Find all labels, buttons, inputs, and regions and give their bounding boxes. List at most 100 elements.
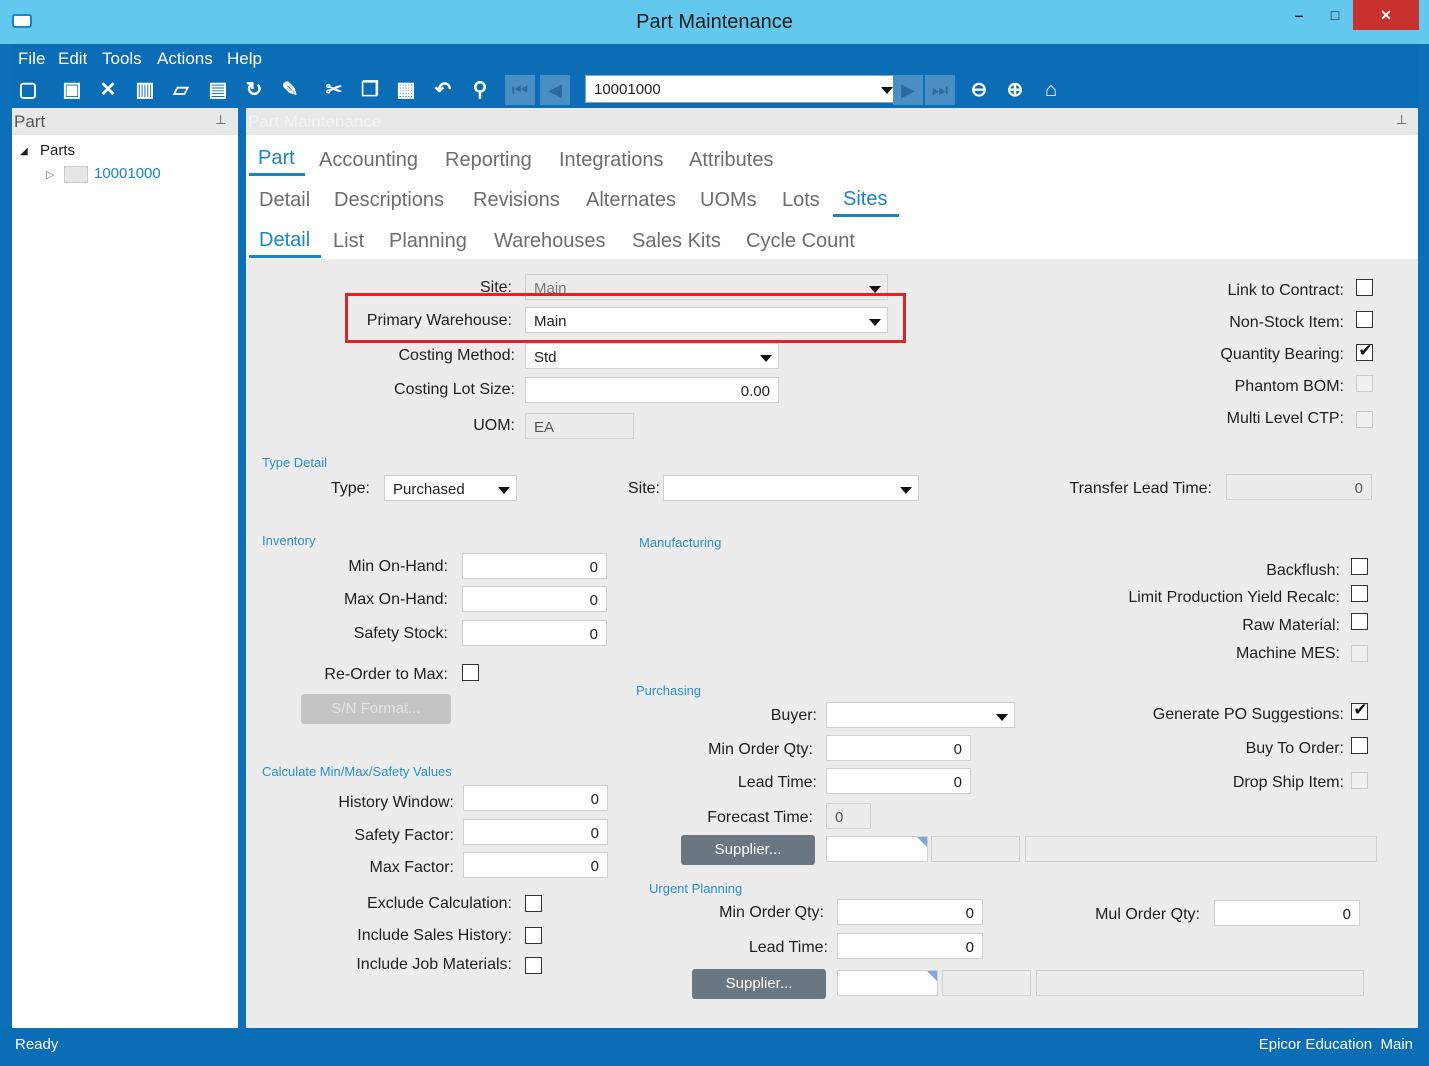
menu-help[interactable]: Help	[227, 49, 262, 69]
search-icon[interactable]: ⚲	[468, 78, 492, 102]
uom-field: EA	[525, 413, 634, 439]
forward-icon[interactable]: ⊕	[1003, 78, 1027, 102]
pin-icon[interactable]: ⊥	[1396, 112, 1407, 128]
include-job-materials-checkbox[interactable]	[525, 957, 542, 974]
type-detail-group-label: Type Detail	[262, 455, 328, 470]
minimize-button[interactable]: ‒	[1280, 0, 1318, 30]
transfer-lead-time-field: 0	[1226, 474, 1372, 500]
previous-record-icon[interactable]: ◀	[540, 75, 570, 105]
include-sales-history-checkbox[interactable]	[525, 927, 542, 944]
max-factor-input[interactable]: 0	[463, 852, 608, 878]
phantom-bom-label: Phantom BOM:	[1234, 378, 1344, 395]
urgent-supplier-id-field[interactable]	[837, 970, 938, 996]
machine-mes-label: Machine MES:	[1235, 645, 1340, 662]
tab-planning[interactable]: Planning	[389, 230, 467, 253]
type-label: Type:	[330, 480, 370, 497]
first-record-icon[interactable]: ⏮	[505, 75, 535, 105]
tab-cycle-count[interactable]: Cycle Count	[746, 230, 855, 253]
supplier-button[interactable]: Supplier...	[681, 835, 815, 865]
limit-yield-checkbox[interactable]	[1351, 585, 1368, 602]
pin-icon[interactable]: ⊥	[215, 112, 226, 128]
clear-icon[interactable]: ✎	[278, 78, 302, 102]
tab-lots[interactable]: Lots	[782, 189, 820, 212]
non-stock-checkbox[interactable]	[1356, 311, 1373, 328]
urgent-lead-time-input[interactable]: 0	[837, 933, 983, 959]
backflush-checkbox[interactable]	[1351, 558, 1368, 575]
purchasing-group-label: Purchasing	[636, 683, 702, 698]
quantity-bearing-checkbox[interactable]: ✔	[1356, 341, 1373, 361]
supplier-id-field[interactable]	[826, 836, 928, 862]
refresh-icon[interactable]: ↻	[242, 78, 266, 102]
next-record-icon[interactable]: ▶	[893, 75, 923, 105]
type-dropdown[interactable]: Purchased	[384, 475, 517, 501]
menu-actions[interactable]: Actions	[157, 49, 213, 69]
new-icon[interactable]: ▢	[16, 78, 40, 102]
toolbar: ▢ ▣ ✕ ▥ ▱ ▤ ↻ ✎ ✂ ❐ ▦ ↶ ⚲ ⏮ ◀ 10001000 ▶…	[12, 72, 1418, 108]
lead-time-input[interactable]: 0	[826, 768, 971, 794]
raw-material-checkbox[interactable]	[1351, 613, 1368, 630]
back-icon[interactable]: ⊖	[967, 78, 991, 102]
mul-order-qty-input[interactable]: 0	[1214, 900, 1360, 926]
tab-revisions[interactable]: Revisions	[473, 189, 560, 212]
min-order-qty-input[interactable]: 0	[826, 735, 971, 761]
safety-factor-input[interactable]: 0	[463, 819, 608, 845]
home-icon[interactable]: ⌂	[1039, 78, 1063, 102]
undo-icon[interactable]: ↶	[431, 78, 455, 102]
delete-icon[interactable]: ✕	[96, 78, 120, 102]
note-icon[interactable]: ▱	[169, 78, 193, 102]
safety-stock-input[interactable]: 0	[462, 620, 607, 646]
tab-reporting[interactable]: Reporting	[445, 149, 532, 172]
tree-item-part[interactable]: 10001000	[94, 165, 161, 182]
urgent-min-order-input[interactable]: 0	[837, 899, 983, 925]
tab-attributes[interactable]: Attributes	[689, 149, 773, 172]
copy-icon[interactable]: ❐	[358, 78, 382, 102]
checkmark-icon: ✔	[1353, 700, 1368, 719]
urgent-supplier-button[interactable]: Supplier...	[692, 969, 826, 999]
generate-po-checkbox[interactable]: ✔	[1351, 700, 1368, 720]
tab-alternates[interactable]: Alternates	[586, 189, 676, 212]
tab-sites[interactable]: Sites	[843, 188, 887, 211]
tab-list[interactable]: List	[333, 230, 364, 253]
costing-method-dropdown[interactable]: Std	[525, 343, 779, 369]
menu-tools[interactable]: Tools	[102, 49, 142, 69]
buyer-dropdown[interactable]	[826, 702, 1015, 728]
tab-detail[interactable]: Detail	[259, 189, 310, 212]
lookup-corner-icon	[927, 971, 937, 981]
tab-accounting[interactable]: Accounting	[319, 149, 418, 172]
attach-icon[interactable]: ▤	[206, 78, 230, 102]
buy-to-order-checkbox[interactable]	[1351, 737, 1368, 754]
history-window-input[interactable]: 0	[463, 785, 608, 811]
quantity-bearing-label: Quantity Bearing:	[1220, 346, 1344, 363]
cut-icon[interactable]: ✂	[322, 78, 346, 102]
menu-edit[interactable]: Edit	[58, 49, 87, 69]
reorder-to-max-checkbox[interactable]	[462, 664, 479, 681]
link-to-contract-checkbox[interactable]	[1356, 279, 1373, 296]
costing-lot-size-value: 0.00	[740, 383, 770, 400]
book-icon[interactable]: ▥	[133, 78, 157, 102]
tab-sales-kits[interactable]: Sales Kits	[632, 230, 721, 253]
tab-uoms[interactable]: UOMs	[700, 189, 757, 212]
tab-integrations[interactable]: Integrations	[559, 149, 664, 172]
max-on-hand-input[interactable]: 0	[462, 586, 607, 612]
last-record-icon[interactable]: ⏭	[925, 75, 955, 105]
costing-method-value: Std	[534, 349, 557, 366]
expand-icon[interactable]: ▷	[46, 168, 54, 181]
min-on-hand-input[interactable]: 0	[462, 553, 607, 579]
maximize-button[interactable]: □	[1316, 0, 1354, 30]
tab-descriptions[interactable]: Descriptions	[334, 189, 444, 212]
tab-site-detail[interactable]: Detail	[259, 229, 310, 252]
save-icon[interactable]: ▣	[60, 78, 84, 102]
paste-icon[interactable]: ▦	[394, 78, 418, 102]
chevron-down-icon	[996, 714, 1008, 721]
mul-order-qty-value: 0	[1342, 906, 1351, 923]
collapse-icon[interactable]: ◢	[20, 146, 28, 157]
tab-part[interactable]: Part	[258, 147, 295, 170]
part-selector[interactable]: 10001000	[585, 75, 900, 103]
type-site-dropdown[interactable]	[663, 475, 919, 501]
close-button[interactable]: ✕	[1353, 0, 1419, 30]
tab-warehouses[interactable]: Warehouses	[494, 230, 606, 253]
costing-lot-size-input[interactable]: 0.00	[525, 377, 779, 403]
exclude-calculation-checkbox[interactable]	[525, 895, 542, 912]
tree-root-parts[interactable]: Parts	[40, 142, 75, 159]
menu-file[interactable]: File	[18, 49, 45, 69]
